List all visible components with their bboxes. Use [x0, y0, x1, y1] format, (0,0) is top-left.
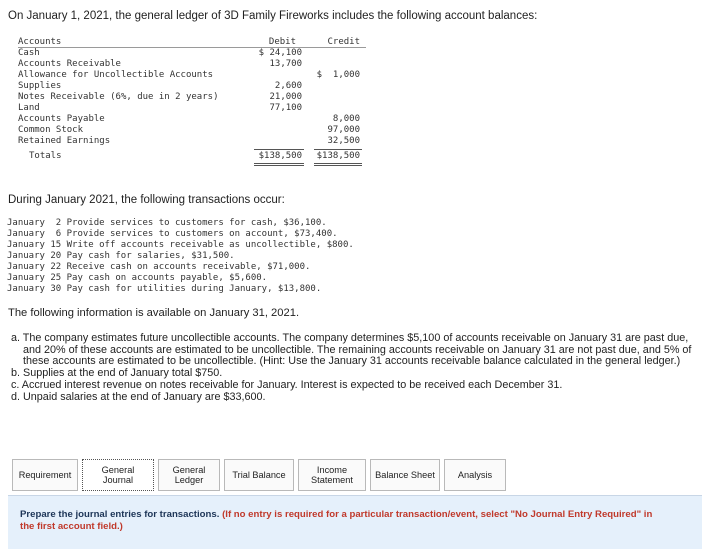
requirement-tabs-panel: Requirement General Journal General Ledg… — [8, 455, 702, 549]
credit-double-rule-1 — [314, 163, 362, 164]
list-item: c. Accrued interest revenue on notes rec… — [11, 378, 563, 391]
credit-value: 32,500 — [327, 136, 360, 146]
credit-total: $138,500 — [316, 151, 360, 161]
debit-value: 21,000 — [269, 92, 302, 102]
list-item: January 30 Pay cash for utilities during… — [7, 284, 322, 294]
totals-label: Totals — [29, 151, 62, 161]
list-item: January 2 Provide services to customers … — [7, 218, 327, 228]
instruction-main: Prepare the journal entries for transact… — [20, 509, 220, 520]
list-item: January 6 Provide services to customers … — [7, 229, 338, 239]
table-row: Retained Earnings 32,500 — [18, 136, 366, 147]
tab-general-journal[interactable]: General Journal — [82, 459, 154, 491]
table-row: Accounts Receivable 13,700 — [18, 59, 366, 70]
debit-value: $ 24,100 — [258, 48, 302, 58]
instruction-text: Prepare the journal entries for transact… — [20, 509, 660, 533]
list-item: January 25 Pay cash on accounts payable,… — [7, 273, 268, 283]
table-row: Land 77,100 — [18, 103, 366, 114]
problem-intro: On January 1, 2021, the general ledger o… — [8, 10, 538, 22]
tab-balance-sheet[interactable]: Balance Sheet — [370, 459, 440, 491]
tab-bar: Requirement General Journal General Ledg… — [8, 455, 702, 496]
account-name: Allowance for Uncollectible Accounts — [18, 70, 214, 80]
account-name: Accounts Payable — [18, 114, 105, 124]
debit-value: 2,600 — [274, 81, 302, 91]
table-row: Common Stock 97,000 — [18, 125, 366, 136]
account-name: Retained Earnings — [18, 136, 111, 146]
account-name: Notes Receivable (6%, due in 2 years) — [18, 92, 219, 102]
debit-total-rule — [254, 149, 304, 150]
credit-total-rule — [314, 149, 362, 150]
table-row: Notes Receivable (6%, due in 2 years) 21… — [18, 92, 366, 103]
debit-value: 13,700 — [269, 59, 302, 69]
debit-value: 77,100 — [269, 103, 302, 113]
tab-general-ledger[interactable]: General Ledger — [158, 459, 220, 491]
table-row: Cash $ 24,100 — [18, 48, 366, 59]
credit-value: $ 1,000 — [316, 70, 360, 80]
tab-income-statement[interactable]: Income Statement — [298, 459, 366, 491]
list-item: January 22 Receive cash on accounts rece… — [7, 262, 311, 272]
account-name: Cash — [18, 48, 40, 58]
account-name: Supplies — [18, 81, 62, 91]
list-item: January 20 Pay cash for salaries, $31,50… — [7, 251, 235, 261]
tab-analysis[interactable]: Analysis — [444, 459, 506, 491]
account-name: Land — [18, 103, 40, 113]
table-row: Allowance for Uncollectible Accounts $ 1… — [18, 70, 366, 81]
info-heading: The following information is available o… — [8, 307, 300, 319]
transactions-list: January 2 Provide services to customers … — [7, 218, 354, 295]
table-row: Accounts Payable 8,000 — [18, 114, 366, 125]
tab-trial-balance[interactable]: Trial Balance — [224, 459, 294, 491]
account-name: Accounts Receivable — [18, 59, 121, 69]
totals-row: Totals $138,500 $138,500 — [18, 151, 366, 162]
transactions-heading: During January 2021, the following trans… — [8, 194, 285, 206]
list-item: d. Unpaid salaries at the end of January… — [11, 390, 266, 403]
credit-value: 97,000 — [327, 125, 360, 135]
tab-requirement[interactable]: Requirement — [12, 459, 78, 491]
debit-double-rule-1 — [254, 163, 304, 164]
list-item: a. The company estimates future uncollec… — [11, 332, 692, 368]
account-balances-table: Accounts Debit Credit Cash $ 24,100 Acco… — [18, 37, 366, 167]
credit-value: 8,000 — [332, 114, 360, 124]
credit-double-rule-2 — [314, 165, 362, 166]
debit-double-rule-2 — [254, 165, 304, 166]
account-name: Common Stock — [18, 125, 84, 135]
adjustment-items: a. The company estimates future uncollec… — [11, 332, 701, 403]
list-item: January 15 Write off accounts receivable… — [7, 240, 354, 250]
debit-total: $138,500 — [258, 151, 302, 161]
table-row: Supplies 2,600 — [18, 81, 366, 92]
